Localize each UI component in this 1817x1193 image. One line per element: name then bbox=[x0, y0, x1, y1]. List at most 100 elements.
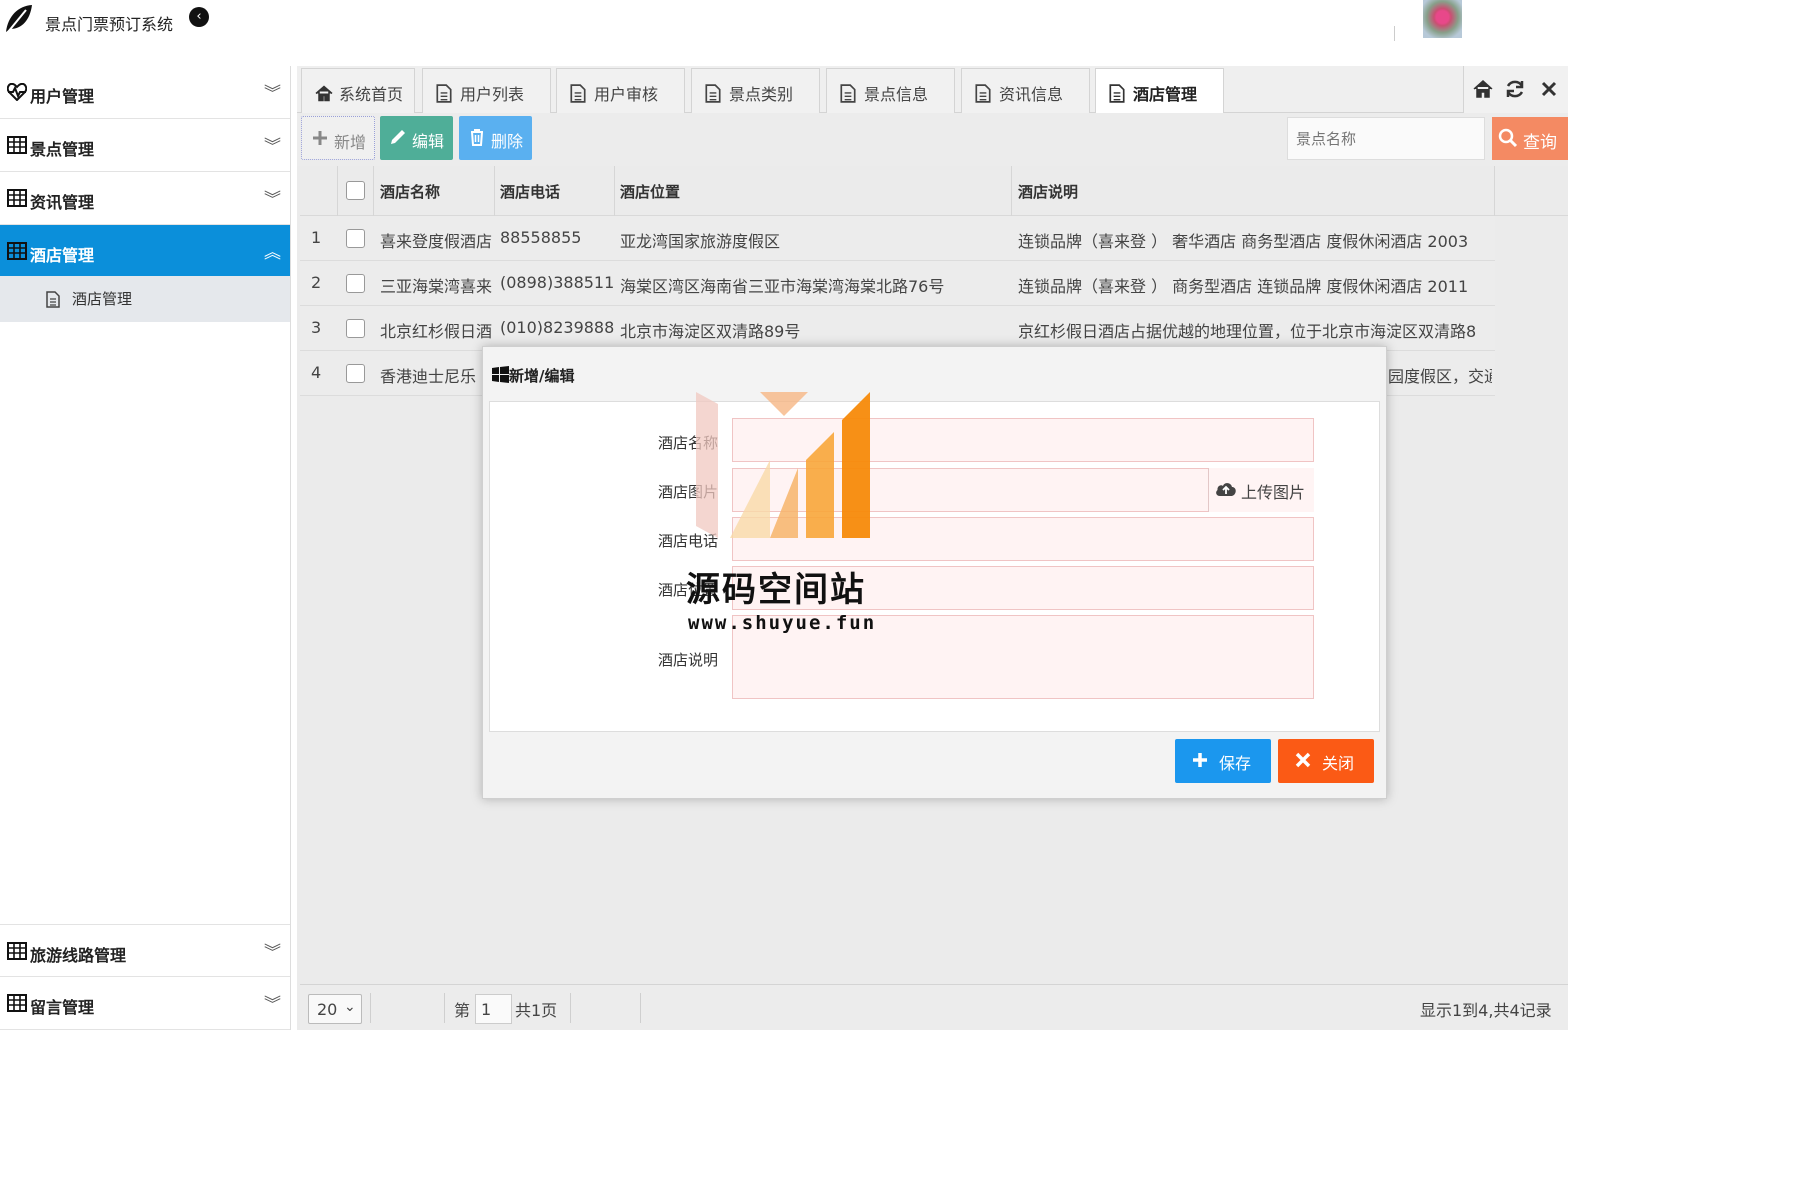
chevron-double-up-icon: ︽ bbox=[264, 243, 281, 263]
file-icon bbox=[1109, 84, 1125, 103]
app-title: 景点门票预订系统 bbox=[45, 15, 174, 34]
app-header: 景点门票预订系统 ‹ bbox=[0, 0, 1568, 66]
avatar[interactable] bbox=[1423, 0, 1462, 38]
refresh-icon[interactable] bbox=[1504, 78, 1526, 100]
tab-label: 资讯信息 bbox=[999, 85, 1064, 104]
tab-scenic-category[interactable]: 景点类别 bbox=[691, 68, 820, 113]
close-button[interactable]: 关闭 bbox=[1278, 739, 1374, 783]
pagination-bar: 20 ⌄ 第 共1页 显示1到4,共4记录 bbox=[300, 984, 1568, 1030]
cloud-upload-icon bbox=[1216, 483, 1236, 496]
row-number: 2 bbox=[311, 273, 322, 292]
hotel-description-field[interactable] bbox=[732, 615, 1314, 699]
tab-label: 酒店管理 bbox=[1133, 85, 1198, 104]
hotel-name-cell: 香港迪士尼乐 bbox=[380, 367, 477, 386]
column-divider bbox=[494, 166, 495, 216]
table-icon bbox=[7, 242, 27, 260]
hotel-phone-cell: (0898)388511 bbox=[500, 273, 614, 292]
row-checkbox[interactable] bbox=[346, 229, 365, 248]
file-icon bbox=[46, 291, 60, 308]
hotel-name-field[interactable] bbox=[732, 418, 1314, 462]
record-info: 显示1到4,共4记录 bbox=[1420, 1001, 1552, 1020]
table-icon bbox=[7, 189, 27, 207]
tab-hotel-management[interactable]: 酒店管理 bbox=[1095, 68, 1224, 114]
tab-home[interactable]: 系统首页 bbox=[301, 68, 415, 113]
tab-label: 用户审核 bbox=[594, 85, 659, 104]
add-button[interactable]: 新增 bbox=[301, 116, 375, 160]
edit-button[interactable]: 编辑 bbox=[380, 116, 453, 160]
file-icon bbox=[975, 84, 991, 103]
hotel-location-field[interactable] bbox=[732, 566, 1314, 610]
pager-divider bbox=[444, 993, 445, 1023]
table-icon bbox=[7, 994, 27, 1012]
page-size-select[interactable]: 20 ⌄ bbox=[308, 994, 362, 1024]
delete-button[interactable]: 删除 bbox=[459, 116, 532, 160]
sidebar-item-scenic-management[interactable]: 景点管理 ︾ bbox=[0, 119, 290, 172]
pager-divider bbox=[640, 993, 641, 1023]
hotel-name-cell: 北京红杉假日酒 bbox=[380, 322, 493, 341]
table-row[interactable]: 2 三亚海棠湾喜来 (0898)388511 海棠区湾区海南省三亚市海棠湾海棠北… bbox=[300, 261, 1495, 306]
row-checkbox[interactable] bbox=[346, 319, 365, 338]
page-prefix: 第 bbox=[454, 1001, 471, 1020]
tab-user-list[interactable]: 用户列表 bbox=[422, 68, 551, 113]
tab-news-info[interactable]: 资讯信息 bbox=[961, 68, 1090, 113]
sidebar-item-news-management[interactable]: 资讯管理 ︾ bbox=[0, 172, 290, 225]
chevron-double-down-icon: ︾ bbox=[264, 84, 281, 104]
sidebar-item-user-management[interactable]: 用户管理 ︾ bbox=[0, 66, 290, 119]
collapse-sidebar-icon[interactable]: ‹ bbox=[189, 7, 209, 27]
field-label: 酒店位置 bbox=[658, 581, 719, 599]
close-icon[interactable] bbox=[1538, 78, 1560, 100]
row-checkbox[interactable] bbox=[346, 364, 365, 383]
hotel-phone-cell: 88558855 bbox=[500, 228, 582, 247]
column-divider bbox=[614, 166, 615, 216]
search-icon bbox=[1498, 128, 1518, 148]
submenu-item-hotel-management[interactable]: 酒店管理 bbox=[0, 276, 290, 322]
table-icon bbox=[7, 136, 27, 154]
plus-icon bbox=[1193, 753, 1207, 767]
page-number-input[interactable] bbox=[475, 994, 512, 1024]
page-size-value: 20 bbox=[317, 1000, 338, 1019]
select-all-checkbox[interactable] bbox=[346, 181, 365, 200]
column-divider bbox=[1494, 166, 1495, 216]
close-icon bbox=[1295, 752, 1311, 768]
table-row[interactable]: 3 北京红杉假日酒 (010)8239888 北京市海淀区双清路89号 京红杉假… bbox=[300, 306, 1495, 351]
sidebar-item-route-management[interactable]: 旅游线路管理 ︾ bbox=[0, 924, 290, 977]
row-checkbox[interactable] bbox=[346, 274, 365, 293]
tab-user-review[interactable]: 用户审核 bbox=[556, 68, 685, 113]
sidebar-item-message-management[interactable]: 留言管理 ︾ bbox=[0, 977, 290, 1030]
sidebar-item-label: 用户管理 bbox=[30, 87, 95, 106]
tab-scenic-info[interactable]: 景点信息 bbox=[826, 68, 955, 113]
tab-bar: 系统首页 用户列表 用户审核 景点类别 景点信息 资讯信息 酒店管理 bbox=[297, 66, 1568, 114]
sidebar-item-label: 旅游线路管理 bbox=[30, 946, 127, 965]
trash-icon bbox=[471, 129, 483, 146]
sidebar-item-label: 酒店管理 bbox=[30, 246, 95, 265]
sidebar-item-label: 资讯管理 bbox=[30, 193, 95, 212]
pager-divider bbox=[570, 993, 571, 1023]
column-header[interactable]: 酒店位置 bbox=[620, 181, 680, 202]
chevron-double-down-icon: ︾ bbox=[264, 995, 281, 1015]
search-button[interactable]: 查询 bbox=[1492, 117, 1568, 160]
column-header[interactable]: 酒店说明 bbox=[1018, 181, 1078, 202]
column-header[interactable]: 酒店名称 bbox=[380, 181, 440, 202]
save-button[interactable]: 保存 bbox=[1175, 739, 1271, 783]
tab-tools bbox=[1463, 66, 1568, 113]
column-header[interactable]: 酒店电话 bbox=[500, 181, 560, 202]
hotel-location-cell: 海棠区湾区海南省三亚市海棠湾海棠北路76号 bbox=[620, 277, 945, 296]
search-button-label: 查询 bbox=[1523, 133, 1557, 153]
search-input[interactable] bbox=[1287, 117, 1485, 160]
sidebar-item-hotel-management[interactable]: 酒店管理 ︽ bbox=[0, 225, 290, 278]
upload-image-button[interactable]: 上传图片 bbox=[1208, 468, 1314, 512]
table-row[interactable]: 1 喜来登度假酒店 88558855 亚龙湾国家旅游度假区 连锁品牌（喜来登 ）… bbox=[300, 216, 1495, 261]
column-divider bbox=[1011, 166, 1012, 216]
file-icon bbox=[705, 84, 721, 103]
hotel-location-cell: 亚龙湾国家旅游度假区 bbox=[620, 232, 781, 251]
file-icon bbox=[840, 84, 856, 103]
hotel-phone-field[interactable] bbox=[732, 517, 1314, 561]
sidebar-item-label: 留言管理 bbox=[30, 998, 95, 1017]
pencil-icon bbox=[391, 130, 405, 144]
chevron-down-icon: ⌄ bbox=[344, 999, 356, 1015]
hotel-location-cell: 北京市海淀区双清路89号 bbox=[620, 322, 801, 341]
header-divider bbox=[1394, 26, 1395, 41]
field-label: 酒店名称 bbox=[658, 434, 719, 452]
home-icon[interactable] bbox=[1472, 78, 1494, 100]
chevron-double-down-icon: ︾ bbox=[264, 190, 281, 210]
